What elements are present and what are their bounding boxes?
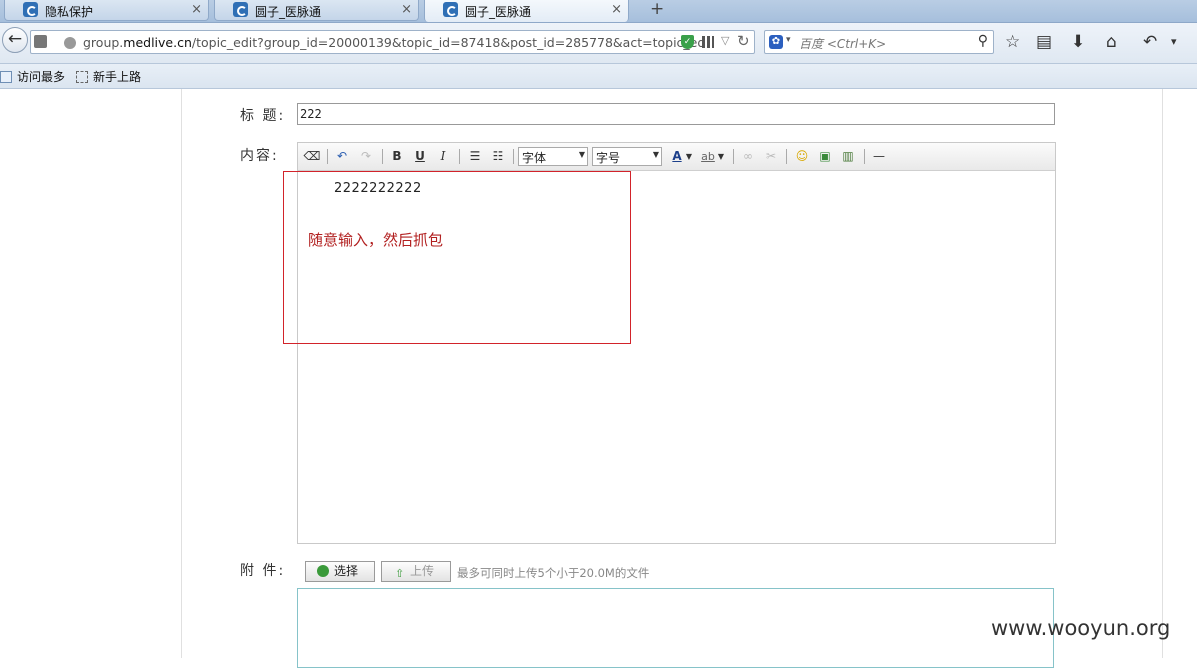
download-icon[interactable]: ⬇ (1071, 32, 1085, 52)
nav-bar: ← group.medlive.cn/topic_edit?group_id=2… (0, 23, 1197, 64)
plus-circle-icon (317, 565, 329, 577)
close-tab-icon[interactable]: × (611, 2, 622, 17)
underline-icon[interactable]: U (411, 148, 429, 165)
eraser-icon[interactable]: ⌫ (303, 148, 321, 165)
content-label: 内容: (240, 148, 279, 164)
tab-title: 圆子_医脉通 (255, 5, 322, 19)
baidu-paw-icon[interactable]: ✿ (769, 35, 783, 49)
chevron-down-icon[interactable]: ▾ (786, 35, 791, 45)
home-icon[interactable]: ⌂ (1106, 32, 1117, 52)
video-icon[interactable]: ▥ (839, 148, 857, 165)
image-icon[interactable]: ▣ (816, 148, 834, 165)
tab-privacy[interactable]: 隐私保护 × (4, 0, 209, 21)
page-icon (76, 71, 88, 83)
menu-chevron-icon[interactable]: ▾ (1171, 32, 1177, 52)
bookmark-getting-started[interactable]: 新手上路 (76, 68, 141, 85)
title-label: 标 题: (240, 108, 286, 124)
select-file-button[interactable]: 选择 (305, 561, 375, 582)
back-button[interactable]: ← (2, 27, 28, 53)
shield-icon[interactable]: ✓ (681, 35, 694, 49)
star-icon[interactable]: ☆ (1005, 32, 1020, 52)
ordered-list-icon[interactable]: ☰ (466, 148, 484, 165)
bookmarks-list-icon[interactable]: ▤ (1036, 32, 1052, 52)
upload-hint: 最多可同时上传5个小于20.0M的文件 (457, 566, 650, 580)
column-divider (181, 89, 182, 658)
undo-arrow-icon[interactable]: ↶ (1143, 32, 1157, 52)
undo-icon[interactable]: ↶ (333, 148, 351, 165)
redo-icon[interactable]: ↷ (357, 148, 375, 165)
tab-strip: 隐私保护 × 圆子_医脉通 × 圆子_医脉通 × + (0, 0, 1197, 23)
page-content: 标 题: 222 内容: ⌫ ↶ ↷ B U I ☰ ☷ 字体 ▼ 字号 ▼ A ▼… (0, 89, 1197, 668)
horizontal-rule-icon[interactable]: — (870, 148, 888, 165)
url-text[interactable]: group.medlive.cn/topic_edit?group_id=200… (83, 35, 714, 50)
chevron-down-icon[interactable]: ▼ (716, 148, 726, 165)
upload-arrow-icon: ⇧ (395, 567, 405, 580)
globe-icon (64, 37, 76, 49)
title-input[interactable]: 222 (297, 103, 1055, 125)
site-favicon-icon (233, 2, 248, 17)
emoticon-icon[interactable]: ☺ (793, 148, 811, 165)
upload-button[interactable]: ⇧ 上传 (381, 561, 451, 582)
unordered-list-icon[interactable]: ☷ (489, 148, 507, 165)
folder-icon (0, 71, 12, 83)
link-icon[interactable]: ∞ (739, 148, 757, 165)
tab-medlive-active[interactable]: 圆子_医脉通 × (424, 0, 629, 22)
bookmarks-bar: 访问最多 新手上路 (0, 64, 1197, 89)
close-tab-icon[interactable]: × (191, 2, 202, 17)
column-divider (1162, 89, 1163, 658)
chevron-down-icon[interactable]: ▽ (721, 34, 729, 47)
close-tab-icon[interactable]: × (401, 2, 412, 17)
tab-title: 圆子_医脉通 (465, 5, 532, 19)
bookmark-most-visited[interactable]: 访问最多 (0, 68, 65, 85)
editor-toolbar: ⌫ ↶ ↷ B U I ☰ ☷ 字体 ▼ 字号 ▼ A ▼ ab ▼ ∞ ✂ ☺ ▣… (298, 143, 1055, 171)
font-size-select[interactable]: 字号 ▼ (592, 147, 662, 166)
highlight-color-icon[interactable]: ab (699, 148, 717, 165)
italic-icon[interactable]: I (434, 148, 452, 165)
qr-code-icon[interactable] (702, 36, 714, 48)
bold-icon[interactable]: B (388, 148, 406, 165)
font-family-select[interactable]: 字体 ▼ (518, 147, 588, 166)
site-favicon-icon (23, 2, 38, 17)
app-grid-icon[interactable] (34, 35, 47, 48)
annotation-highlight-box (283, 171, 631, 344)
annotation-text: 随意输入，然后抓包 (308, 231, 444, 249)
url-bar[interactable]: group.medlive.cn/topic_edit?group_id=200… (30, 30, 755, 54)
reload-icon[interactable]: ↻ (737, 32, 750, 50)
attachment-label: 附 件: (240, 563, 286, 579)
new-tab-button[interactable]: + (650, 0, 664, 18)
tab-medlive-1[interactable]: 圆子_医脉通 × (214, 0, 419, 21)
unlink-icon[interactable]: ✂ (762, 148, 780, 165)
search-icon[interactable]: ⚲ (978, 33, 988, 49)
watermark: www.wooyun.org (991, 616, 1171, 640)
chevron-down-icon[interactable]: ▼ (684, 148, 694, 165)
tab-title: 隐私保护 (45, 5, 94, 19)
search-box[interactable]: ✿ ▾ 百度 <Ctrl+K> ⚲ (764, 30, 994, 54)
attachment-list (297, 588, 1054, 668)
search-input[interactable]: 百度 <Ctrl+K> (799, 35, 886, 52)
site-favicon-icon (443, 2, 458, 17)
